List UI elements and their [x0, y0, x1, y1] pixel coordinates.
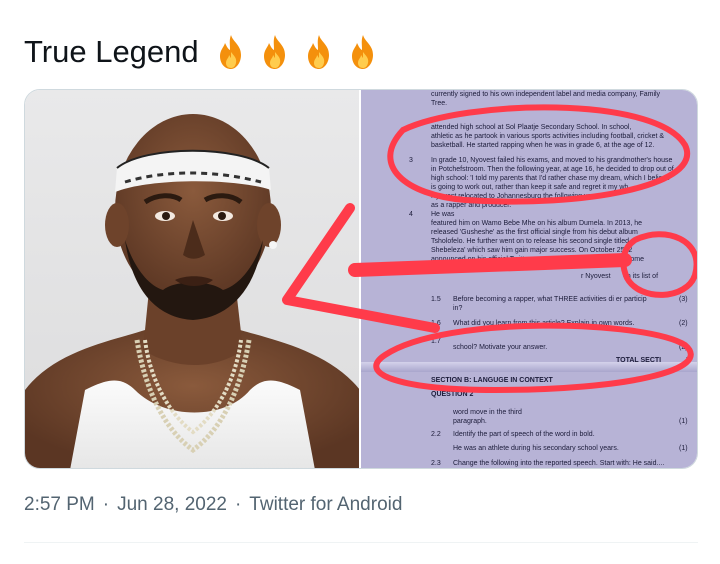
- doc-line: announced on his official Twitter accoun…: [431, 256, 644, 263]
- paragraph-number: 3: [409, 157, 413, 164]
- separator: ·: [102, 494, 110, 515]
- paragraph-number: 4: [409, 211, 413, 218]
- total-label: TOTAL SECTI: [616, 357, 662, 364]
- tweet-client[interactable]: Twitter for Android: [249, 494, 402, 516]
- fire-icon: [219, 35, 241, 69]
- question-text: paragraph.: [453, 418, 487, 425]
- emoji-row: [211, 32, 383, 72]
- question-mark: (1): [679, 418, 688, 425]
- exam-paper-photo[interactable]: currently signed to his own independent …: [361, 90, 697, 468]
- fire-icon: [263, 35, 285, 69]
- tweet-metadata: 2:57 PM · Jun 28, 2022 · Twitter for And…: [24, 494, 402, 516]
- question-text: school? Motivate your answer.: [453, 344, 548, 351]
- question-text: He was an athlete during his secondary s…: [453, 445, 619, 452]
- divider: [24, 542, 698, 543]
- doc-line: Tree.: [431, 100, 448, 107]
- doc-fragment: r Nyovest: [581, 273, 611, 280]
- question-number: 2.2: [431, 431, 441, 438]
- question-number: 2.3: [431, 460, 441, 467]
- doc-line: featured him on Wamo Bebe Mhe on his alb…: [431, 220, 643, 227]
- doc-line: concert were: [431, 265, 472, 272]
- tweet-text-label: True Legend: [24, 34, 199, 69]
- question-text: word move in the third: [453, 409, 522, 416]
- doc-line: attended high school at Sol Plaatje Seco…: [431, 124, 632, 131]
- question-text: in?: [453, 305, 463, 312]
- question-text: Before becoming a rapper, what THREE act…: [453, 296, 647, 303]
- doc-line: Tsholofelo. He further went on to releas…: [431, 238, 630, 245]
- portrait-photo[interactable]: [25, 90, 359, 468]
- question-mark: (3): [679, 296, 688, 303]
- question-text: What did you learn from this article? Ex…: [453, 320, 635, 327]
- doc-line: Nyovest relocated to Johannesburg the fo…: [431, 193, 606, 200]
- doc-line: in Potchefstroom. Then the following yea…: [431, 166, 674, 173]
- question-mark: (2): [679, 320, 688, 327]
- fire-icon: [307, 35, 329, 69]
- doc-fragment: on its list of: [623, 273, 659, 280]
- separator: ·: [234, 494, 242, 515]
- doc-line: In grade 10, Nyovest failed his exams, a…: [431, 157, 673, 164]
- fire-icon: [351, 35, 373, 69]
- portrait-illustration: [25, 114, 359, 468]
- doc-line: currently signed to his own independent …: [431, 91, 661, 98]
- question-text: Identify the part of speech of the word …: [453, 431, 595, 438]
- doc-line: released 'Gusheshe' as the first officia…: [431, 229, 638, 236]
- tweet-media[interactable]: currently signed to his own independent …: [24, 89, 698, 469]
- doc-line: athletic as he partook in various sports…: [431, 133, 665, 140]
- doc-line: high school: 'I told my parents that I'd…: [431, 175, 670, 182]
- question-mark: (1): [679, 445, 688, 452]
- question-number: 1.7: [431, 338, 441, 345]
- total-mark: 5: [686, 357, 690, 364]
- tweet-text: True Legend: [24, 30, 383, 74]
- question-heading: QUESTION 2: [431, 391, 474, 398]
- tweet-time[interactable]: 2:57 PM: [24, 494, 95, 516]
- section-heading: SECTION B: LANGUGE IN CONTEXT: [431, 377, 553, 384]
- question-number: 1.5: [431, 296, 441, 303]
- tweet-date[interactable]: Jun 28, 2022: [117, 494, 227, 516]
- doc-line: basketball. He started rapping when he w…: [431, 142, 655, 149]
- doc-line: He was: [431, 211, 455, 218]
- question-number: 1.6: [431, 320, 441, 327]
- question-mark: (2): [679, 344, 688, 351]
- doc-line: as a rapper and producer.: [431, 202, 512, 209]
- question-text: Change the following into the reported s…: [453, 460, 665, 467]
- doc-line: is going to work out, rather than keep i…: [431, 184, 629, 191]
- tweet: True Legend currently signed to his own …: [0, 0, 720, 564]
- doc-line: Shebeleza' which saw him gain major succ…: [431, 247, 633, 254]
